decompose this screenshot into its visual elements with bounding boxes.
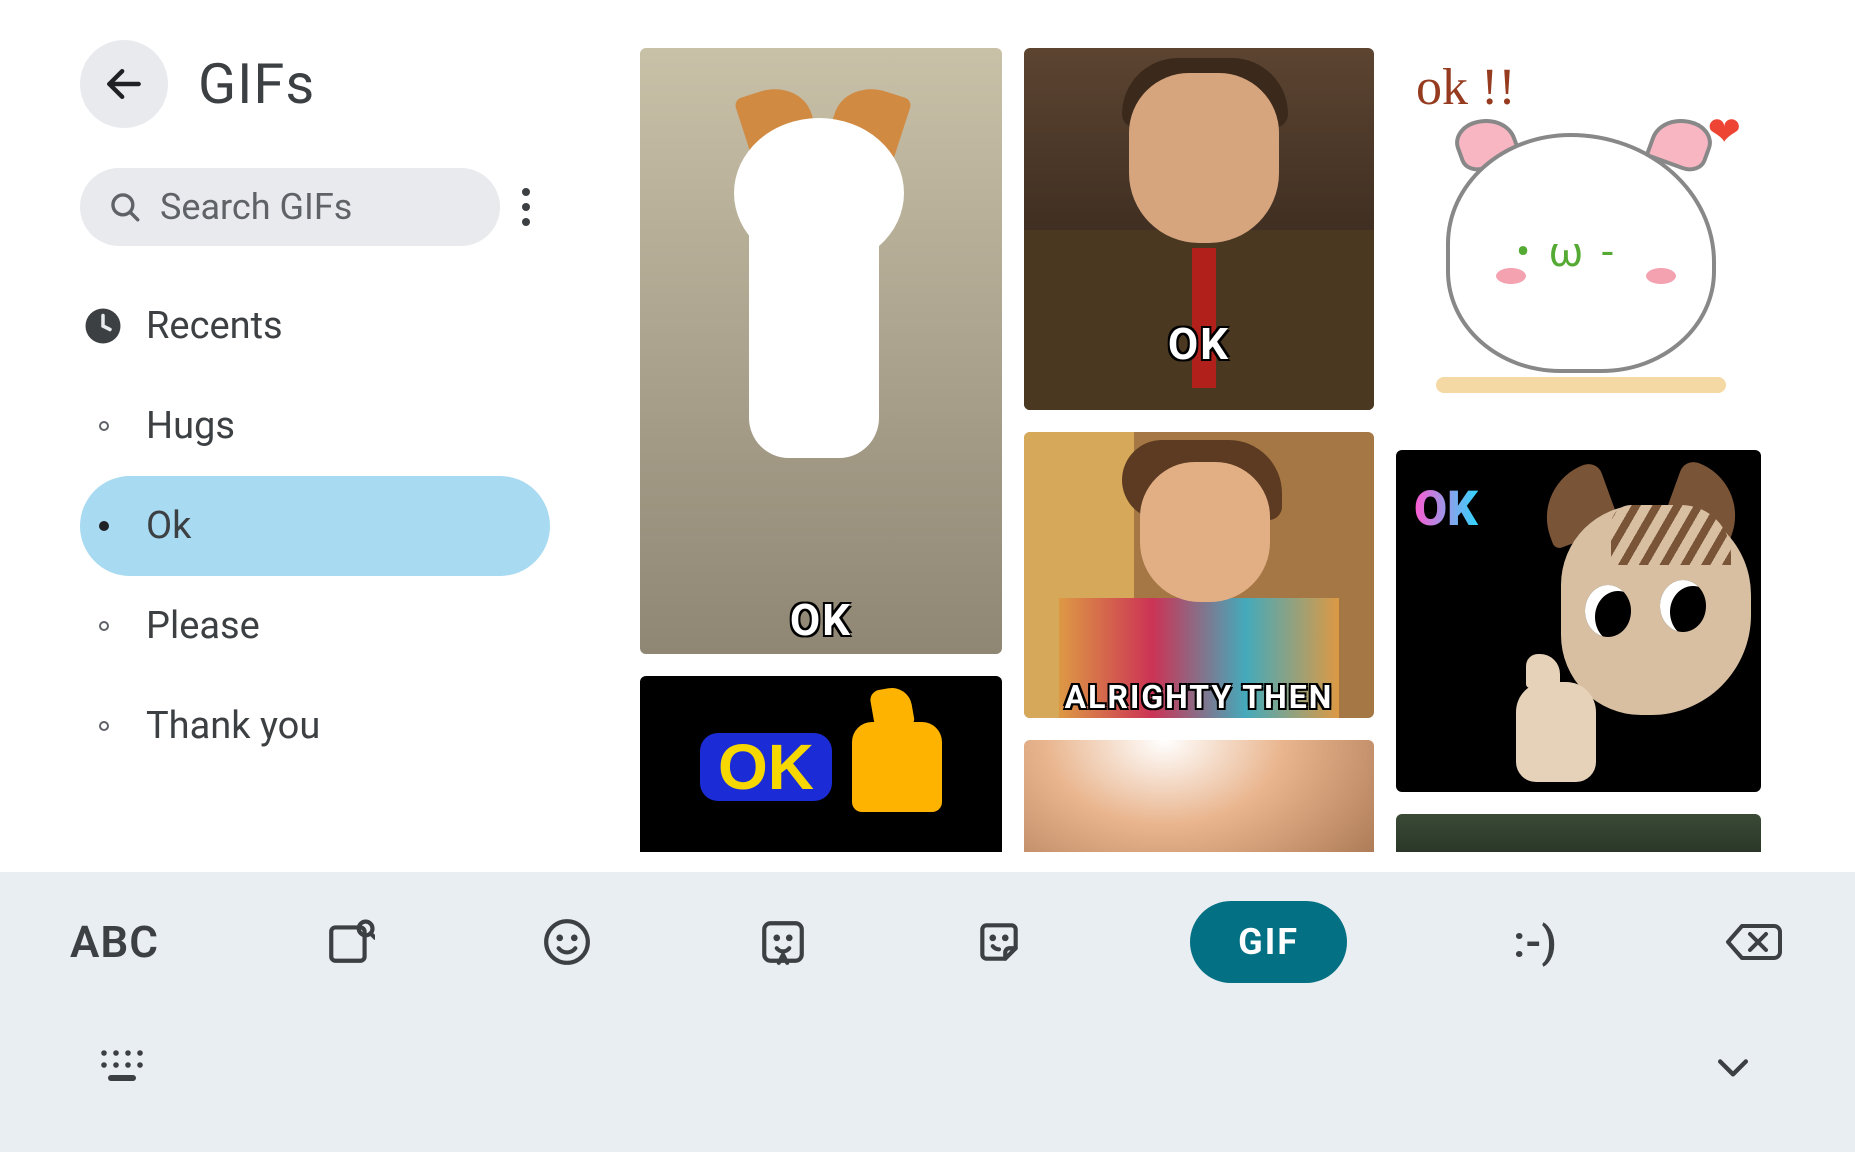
gif-picker: GIFs Search GIFs Recents Hugs [0, 0, 1855, 1152]
thumbs-up-icon [852, 722, 942, 812]
more-button[interactable] [522, 188, 530, 226]
gif-tile-cat-standing-ok[interactable]: OK [640, 48, 1002, 654]
gif-tile-cropped[interactable] [1396, 814, 1761, 852]
category-label: Ok [146, 504, 191, 548]
category-thankyou[interactable]: Thank you [80, 676, 550, 776]
heart-icon: ❤ [1707, 108, 1741, 155]
gif-tile-mr-bean[interactable]: OK [1024, 48, 1374, 410]
image-search-icon [325, 917, 375, 967]
bullet-icon [99, 521, 109, 531]
sticker-button[interactable] [758, 917, 808, 967]
gif-tile-forehead[interactable] [1024, 740, 1374, 852]
bullet-icon [99, 421, 109, 431]
search-row: Search GIFs [0, 168, 620, 246]
abc-keyboard-button[interactable]: ABC [70, 916, 159, 968]
gif-tile-ok-thumb-neon[interactable]: OK [640, 676, 1002, 852]
search-input[interactable]: Search GIFs [80, 168, 500, 246]
sticker-peel-icon [974, 917, 1024, 967]
emoji-button[interactable] [542, 917, 592, 967]
sidebar: GIFs Search GIFs Recents Hugs [0, 0, 620, 880]
keyboard-dots-icon [100, 1047, 152, 1087]
gif-tile-alrighty-then[interactable]: ALRIGHTY THEN [1024, 432, 1374, 718]
clock-icon [82, 305, 124, 347]
category-ok[interactable]: Ok [80, 476, 550, 576]
sticker-peel-button[interactable] [974, 917, 1024, 967]
gif-overlay-text: ok !! [1416, 58, 1516, 117]
page-title: GIFs [198, 51, 315, 117]
gif-tile-kawaii-cat[interactable]: ok !! ❤ • ω - [1396, 48, 1761, 428]
bullet-icon [99, 721, 109, 731]
search-icon [108, 190, 142, 224]
keyboard-layout-button[interactable] [100, 1047, 152, 1087]
emoticon-button[interactable]: :-) [1513, 916, 1557, 968]
emoji-icon [542, 917, 592, 967]
category-label: Hugs [146, 404, 235, 448]
category-label: Please [146, 604, 260, 648]
image-search-button[interactable] [325, 917, 375, 967]
ok-bubble-text: OK [700, 733, 832, 801]
gif-tab-button[interactable]: GIF [1190, 901, 1347, 983]
keyboard-toolbar: ABC GIF :-) [0, 872, 1855, 1152]
backspace-icon [1723, 918, 1785, 966]
arrow-left-icon [102, 62, 146, 106]
chevron-down-icon [1711, 1045, 1755, 1089]
sticker-square-icon [758, 917, 808, 967]
collapse-button[interactable] [1711, 1045, 1755, 1089]
gif-overlay-text: OK [1414, 480, 1478, 537]
gif-caption: OK [1024, 318, 1374, 370]
category-label: Recents [146, 304, 283, 348]
category-hugs[interactable]: Hugs [80, 376, 550, 476]
gif-tile-sad-cat-ok[interactable]: OK [1396, 450, 1761, 792]
gif-caption: ALRIGHTY THEN [1024, 678, 1374, 716]
category-label: Thank you [146, 704, 320, 748]
header: GIFs [0, 40, 620, 128]
category-recents[interactable]: Recents [80, 276, 550, 376]
back-button[interactable] [80, 40, 168, 128]
category-list: Recents Hugs Ok Please Thank you [0, 276, 620, 776]
category-please[interactable]: Please [80, 576, 550, 676]
gif-results[interactable]: OK OK OK ALRIGHTY THEN ok !! ❤ [640, 48, 1795, 852]
more-icon [522, 188, 530, 196]
bullet-icon [99, 621, 109, 631]
gif-caption: OK [640, 594, 1002, 646]
search-placeholder: Search GIFs [160, 186, 352, 228]
backspace-button[interactable] [1723, 918, 1785, 966]
